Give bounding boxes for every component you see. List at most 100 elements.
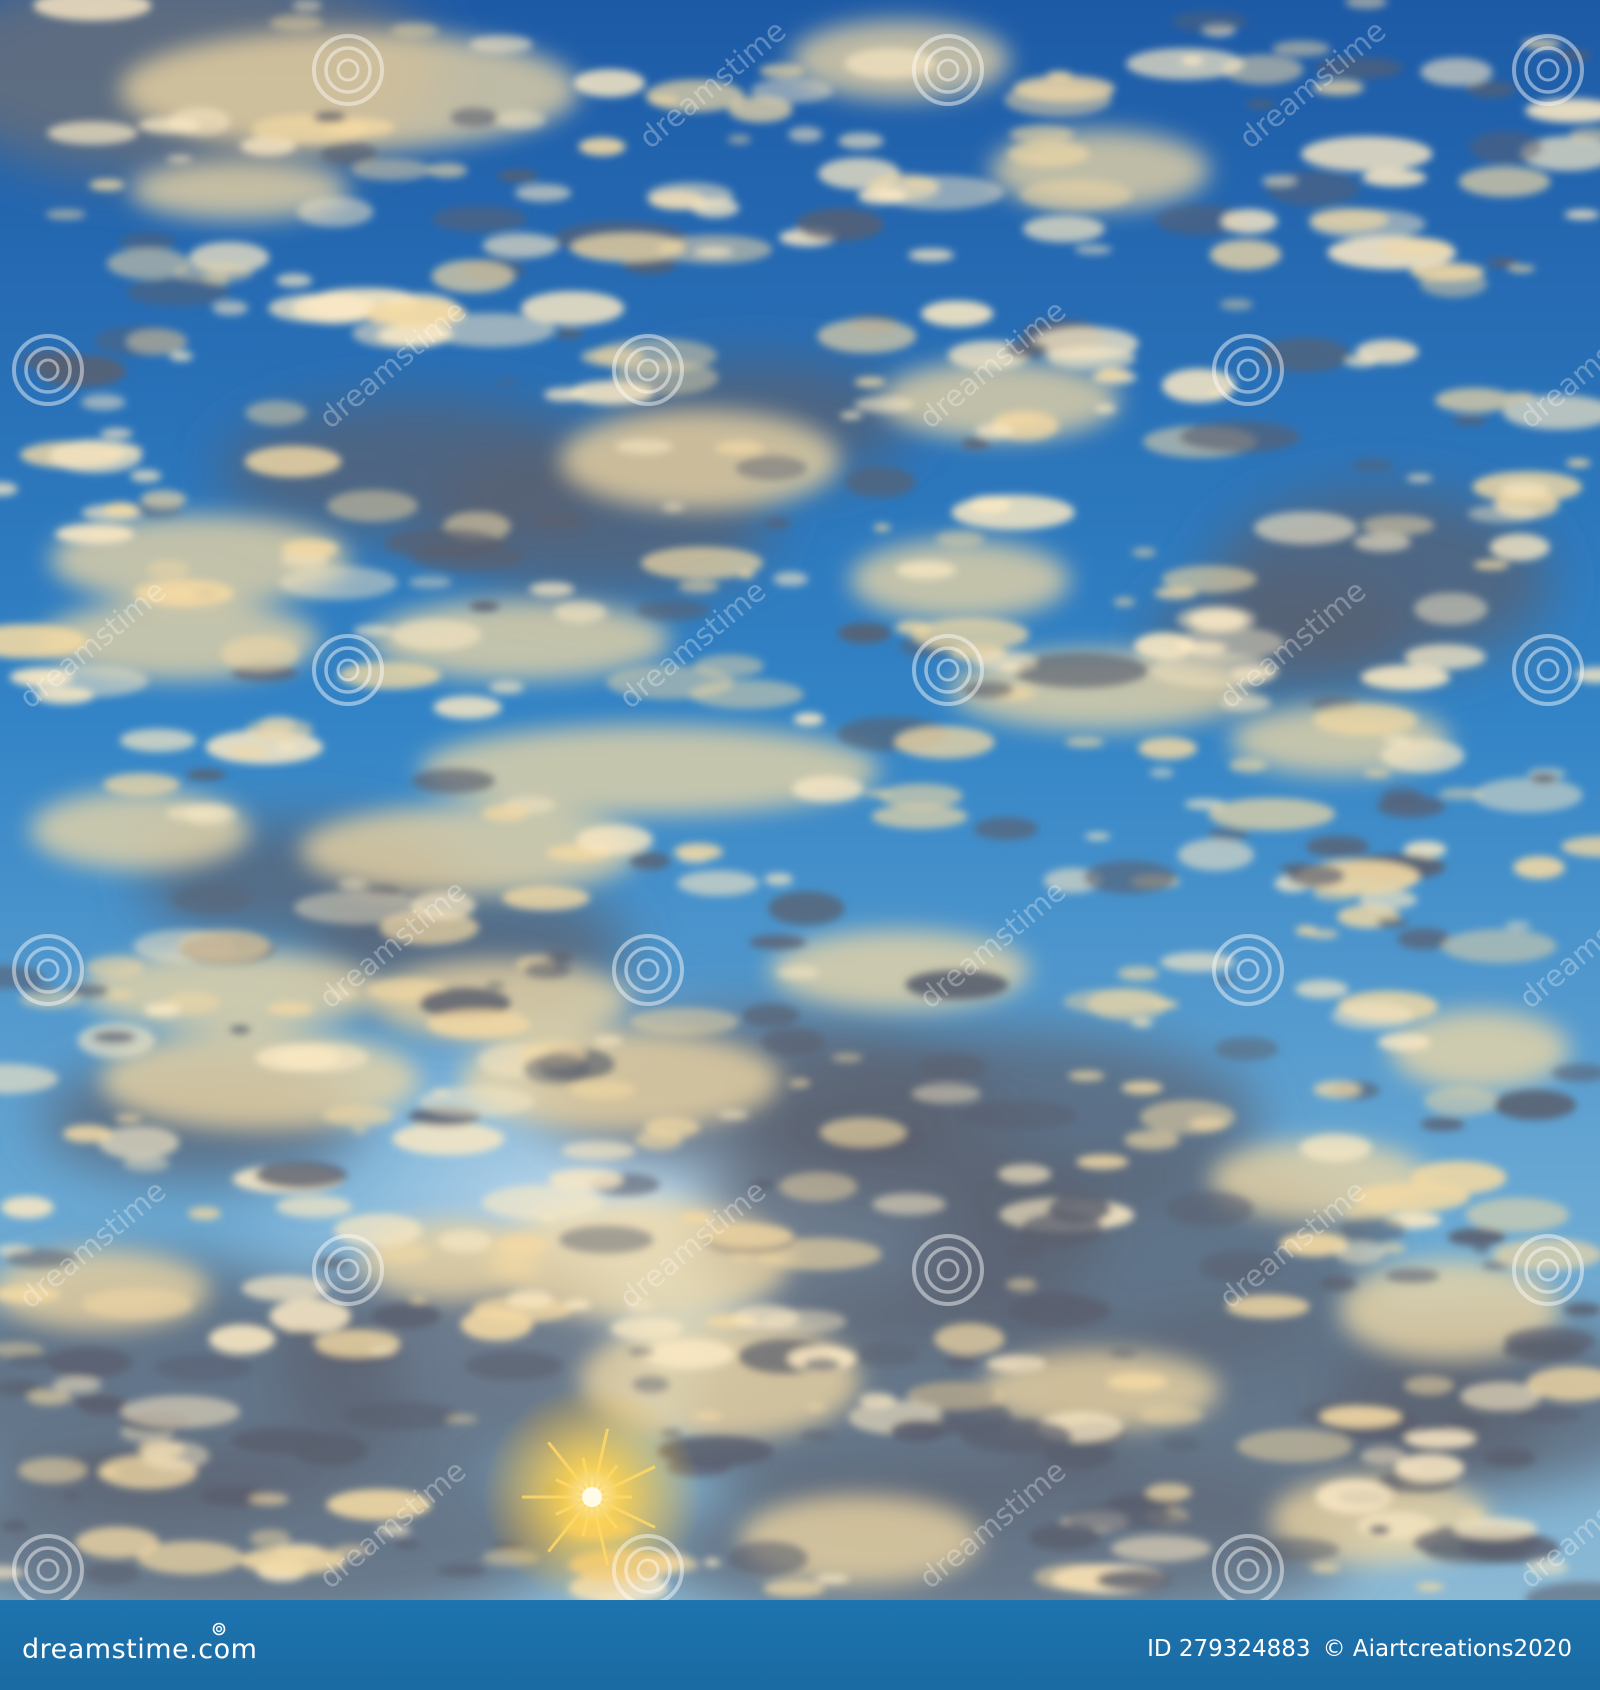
- cloudlet: [553, 601, 607, 623]
- cloudlet: [1177, 838, 1255, 871]
- cloudlet: [498, 1235, 547, 1254]
- cloudlet: [1139, 1100, 1236, 1135]
- cloudlet: [0, 1520, 29, 1532]
- cloudlet: [437, 1564, 486, 1577]
- cloudlet: [1415, 1583, 1445, 1591]
- cloudlet: [1313, 704, 1418, 736]
- cloudlet: [166, 804, 230, 822]
- cloudlet: [673, 843, 723, 861]
- cloudlet: [506, 1289, 554, 1309]
- cloudlet: [642, 1339, 735, 1369]
- cloudlet: [1313, 1080, 1362, 1099]
- cloudlet: [569, 1080, 636, 1100]
- cloudlet: [229, 1025, 251, 1034]
- author-credit[interactable]: © Aiartcreations2020: [1323, 1636, 1572, 1662]
- cloudlet: [275, 1195, 353, 1218]
- cloudlet: [146, 559, 190, 579]
- cloudlet: [871, 804, 968, 829]
- cloudlet: [1331, 1002, 1414, 1030]
- cloudlet: [98, 1467, 120, 1476]
- cloudlet: [961, 438, 991, 450]
- cloudlet: [1385, 1268, 1440, 1284]
- cloudlet: [427, 1009, 531, 1039]
- cloudlet: [1376, 917, 1409, 928]
- cloudlet: [1382, 735, 1412, 744]
- cloudlet: [693, 1412, 723, 1420]
- cloudlet: [768, 891, 845, 926]
- cloudlet: [1074, 244, 1113, 255]
- cloudlet: [945, 1355, 976, 1368]
- cloudlet: [1423, 1086, 1499, 1116]
- cloudlet: [338, 661, 442, 689]
- cloudlet: [864, 789, 891, 798]
- cloudlet: [805, 1403, 827, 1412]
- cloudlet: [1310, 1563, 1340, 1573]
- cloudlet: [275, 273, 313, 287]
- cloudlet: [1360, 1446, 1407, 1466]
- brand-wordmark[interactable]: dreamstime.com: [22, 1622, 257, 1665]
- cloudlet: [628, 1347, 655, 1356]
- cloudlet: [103, 773, 181, 796]
- cloudlet: [1423, 1536, 1527, 1566]
- cloudlet: [86, 956, 144, 979]
- cloudlet: [1145, 1483, 1192, 1501]
- cloudlet: [1315, 1479, 1393, 1514]
- cloudlet: [735, 455, 808, 481]
- cloudlet: [502, 885, 590, 911]
- cloudlet: [143, 1003, 182, 1017]
- cloudlet: [592, 338, 717, 373]
- cloudlet: [1124, 1130, 1180, 1150]
- cloudlet: [108, 990, 134, 999]
- cloudlet: [1473, 1245, 1490, 1253]
- cloudlet: [523, 961, 572, 979]
- lit-cloud: [420, 725, 880, 815]
- cloudlet: [974, 817, 1039, 841]
- cloudlet: [119, 728, 197, 752]
- cloudlet: [788, 1078, 811, 1088]
- cloudlet: [773, 572, 809, 586]
- cloudlet: [1514, 1405, 1583, 1424]
- cloudlet: [799, 1430, 835, 1442]
- cloudlet: [410, 541, 524, 572]
- cloudlet: [1361, 515, 1435, 536]
- cloudlet: [1261, 175, 1298, 187]
- cloudlet: [561, 1141, 636, 1161]
- cloudlet: [1209, 239, 1282, 270]
- cloudlet: [496, 170, 539, 182]
- cloudlet: [244, 445, 342, 477]
- cloudlet: [313, 112, 347, 123]
- cloudlet: [1065, 737, 1105, 747]
- cloudlet: [844, 48, 936, 79]
- cloudlet: [167, 107, 231, 137]
- cloudlet: [1404, 1429, 1477, 1449]
- cloudlet: [255, 1161, 347, 1189]
- cloudlet: [351, 159, 433, 181]
- cloudlet: [45, 209, 86, 220]
- cloudlet: [170, 884, 251, 915]
- cloudlet: [1499, 481, 1550, 497]
- cloudlet: [1236, 1429, 1353, 1463]
- cloudlet: [1465, 1197, 1570, 1232]
- cloudlet: [1493, 1089, 1577, 1121]
- cloudlet: [120, 232, 175, 251]
- cloudlet: [1380, 237, 1453, 258]
- cloudlet: [762, 1309, 847, 1334]
- image-meta: ID 279324883 © Aiartcreations2020: [1147, 1636, 1572, 1662]
- cloudlet: [895, 620, 932, 635]
- cloudlet: [1138, 737, 1198, 760]
- cloudlet: [481, 1185, 603, 1220]
- cloudlet: [831, 1053, 863, 1063]
- brand-swirl-icon: [212, 1622, 226, 1636]
- cloudlet: [1117, 966, 1159, 981]
- cloudlet: [538, 1215, 558, 1224]
- cloudlet: [761, 1028, 825, 1056]
- cloudlet: [1022, 215, 1105, 243]
- cloudlet: [578, 137, 626, 156]
- cloudlet: [776, 966, 820, 980]
- photo: dreamstime dreamstime dreamstime dreamstime…: [0, 0, 1600, 1600]
- cloudlet: [1563, 1303, 1600, 1317]
- cloudlet: [917, 1053, 986, 1080]
- cloudlet: [338, 878, 367, 890]
- cloudlet: [245, 400, 307, 425]
- cloudlet: [141, 1441, 210, 1471]
